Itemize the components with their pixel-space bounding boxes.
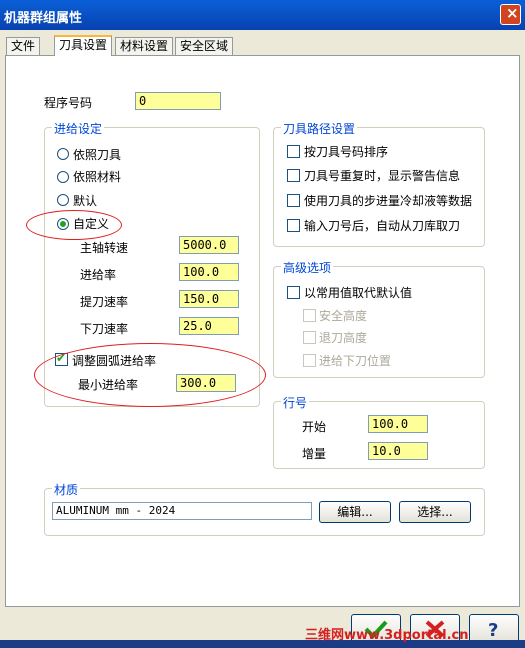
tab-file[interactable]: 文件 bbox=[6, 37, 41, 55]
watermark: 三维网www.3dportal.cn bbox=[305, 628, 469, 643]
increment-label: 增量 bbox=[302, 447, 327, 461]
radio-default-label: 默认 bbox=[73, 194, 98, 208]
duplicate-warning-label: 刀具号重复时，显示警告信息 bbox=[304, 169, 461, 183]
tab-tool-settings[interactable]: 刀具设置 bbox=[54, 35, 113, 56]
edit-material-button[interactable]: 编辑... bbox=[319, 501, 391, 523]
retract-height-label: 退刀高度 bbox=[319, 331, 368, 345]
override-defaults-checkbox[interactable] bbox=[287, 286, 300, 299]
retract-rate-field[interactable]: 150.0 bbox=[179, 290, 239, 308]
advanced-options-title: 高级选项 bbox=[281, 259, 334, 276]
sort-by-tool-number-checkbox[interactable] bbox=[287, 145, 300, 158]
clearance-height-checkbox[interactable] bbox=[303, 309, 316, 322]
retract-rate-label: 提刀速率 bbox=[80, 295, 129, 309]
plunge-rate-field[interactable]: 25.0 bbox=[179, 317, 239, 335]
auto-load-tool-checkbox[interactable] bbox=[287, 219, 300, 232]
spindle-speed-label: 主轴转速 bbox=[80, 241, 129, 255]
tab-safety-zone[interactable]: 安全区域 bbox=[175, 37, 234, 55]
feed-rate-label: 进给率 bbox=[80, 268, 117, 282]
question-mark-icon: ? bbox=[488, 620, 498, 641]
use-tool-data-label: 使用刀具的步进量冷却液等数据 bbox=[304, 194, 473, 208]
clearance-height-label: 安全高度 bbox=[319, 309, 368, 323]
close-icon: × bbox=[506, 4, 519, 22]
svg-text:?: ? bbox=[488, 620, 498, 641]
plunge-rate-label: 下刀速率 bbox=[80, 322, 129, 336]
retract-height-checkbox[interactable] bbox=[303, 331, 316, 344]
override-defaults-label: 以常用值取代默认值 bbox=[304, 286, 413, 300]
start-label: 开始 bbox=[302, 420, 327, 434]
program-number-label: 程序号码 bbox=[44, 96, 93, 110]
toolpath-settings-title: 刀具路径设置 bbox=[281, 120, 358, 137]
sort-by-tool-number-label: 按刀具号码排序 bbox=[304, 145, 389, 159]
increment-field[interactable]: 10.0 bbox=[368, 442, 428, 460]
select-material-button[interactable]: 选择... bbox=[399, 501, 471, 523]
material-field[interactable]: ALUMINUM mm - 2024 bbox=[52, 502, 312, 520]
radio-by-material-label: 依照材料 bbox=[73, 170, 122, 184]
radio-default[interactable] bbox=[57, 194, 69, 206]
line-numbers-title: 行号 bbox=[281, 394, 310, 411]
annotation-circle bbox=[34, 343, 266, 407]
window-title: 机器群组属性 bbox=[4, 11, 83, 26]
feed-rate-field[interactable]: 100.0 bbox=[179, 263, 239, 281]
material-title: 材质 bbox=[52, 481, 81, 498]
duplicate-warning-checkbox[interactable] bbox=[287, 169, 300, 182]
tab-material-settings[interactable]: 材料设置 bbox=[115, 37, 174, 55]
annotation-circle bbox=[26, 210, 122, 240]
radio-by-tool-label: 依照刀具 bbox=[73, 148, 122, 162]
title-bar: 机器群组属性 × bbox=[0, 0, 525, 30]
feed-plane-checkbox[interactable] bbox=[303, 354, 316, 367]
close-button[interactable]: × bbox=[500, 4, 521, 25]
program-number-field[interactable]: 0 bbox=[135, 92, 221, 110]
start-field[interactable]: 100.0 bbox=[368, 415, 428, 433]
feed-plane-label: 进给下刀位置 bbox=[319, 354, 392, 368]
auto-load-tool-label: 输入刀号后，自动从刀库取刀 bbox=[304, 219, 461, 233]
use-tool-data-checkbox[interactable] bbox=[287, 194, 300, 207]
radio-by-tool[interactable] bbox=[57, 148, 69, 160]
spindle-speed-field[interactable]: 5000.0 bbox=[179, 236, 239, 254]
feed-settings-title: 进给设定 bbox=[52, 120, 105, 137]
radio-by-material[interactable] bbox=[57, 171, 69, 183]
